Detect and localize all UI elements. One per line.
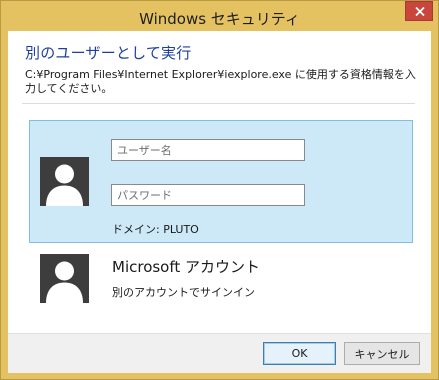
window-title: Windows セキュリティ (139, 10, 300, 28)
dialog-footer: OK キャンセル (8, 333, 431, 373)
divider (22, 103, 415, 104)
user-silhouette-icon (40, 254, 89, 303)
user-silhouette-icon (40, 157, 89, 206)
dialog-body: 別のユーザーとして実行 C:¥Program Files¥Internet Ex… (8, 31, 431, 373)
ok-button[interactable]: OK (263, 342, 336, 365)
microsoft-account-subtitle: 別のアカウントでサインイン (112, 286, 255, 299)
dialog-heading: 別のユーザーとして実行 (25, 44, 192, 62)
security-dialog-window: Windows セキュリティ 別のユーザーとして実行 C:¥Program Fi… (0, 0, 439, 380)
password-field[interactable] (111, 184, 305, 206)
dialog-description: C:¥Program Files¥Internet Explorer¥iexpl… (25, 68, 416, 95)
microsoft-account-title: Microsoft アカウント (112, 258, 261, 276)
close-button[interactable] (405, 1, 433, 21)
close-icon (415, 7, 425, 16)
credential-tile[interactable]: ドメイン: PLUTO (29, 120, 413, 243)
title-bar[interactable]: Windows セキュリティ (1, 1, 438, 31)
microsoft-account-tile[interactable]: Microsoft アカウント 別のアカウントでサインイン (29, 247, 413, 307)
domain-label: ドメイン: PLUTO (112, 223, 199, 236)
cancel-button[interactable]: キャンセル (344, 342, 420, 365)
username-field[interactable] (111, 139, 305, 161)
